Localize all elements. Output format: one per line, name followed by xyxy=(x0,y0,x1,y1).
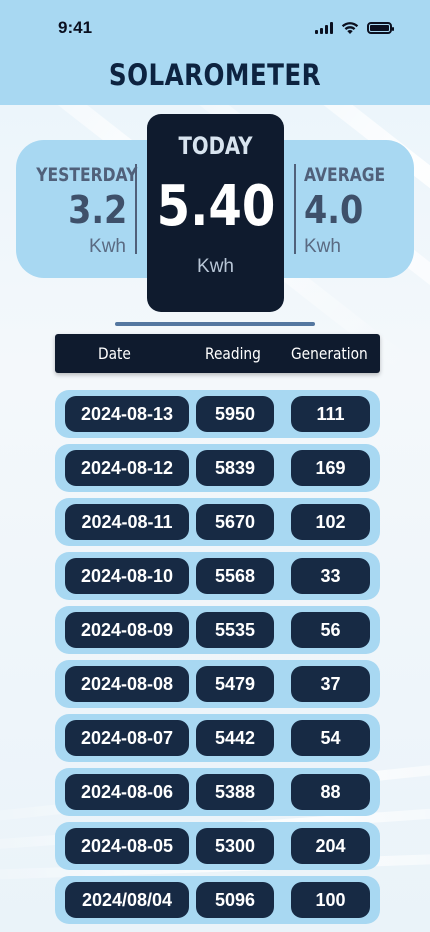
row-date: 2024-08-07 xyxy=(65,720,189,756)
row-generation: 169 xyxy=(291,450,370,486)
row-date: 2024-08-13 xyxy=(65,396,189,432)
column-header-date: Date xyxy=(98,344,131,363)
row-reading: 5388 xyxy=(196,774,274,810)
row-generation: 111 xyxy=(291,396,370,432)
row-date: 2024-08-12 xyxy=(65,450,189,486)
row-reading: 5442 xyxy=(196,720,274,756)
row-generation: 54 xyxy=(291,720,370,756)
row-generation: 56 xyxy=(291,612,370,648)
table-row[interactable]: 2024-08-07 5442 54 xyxy=(55,714,380,762)
average-label: AVERAGE xyxy=(304,164,386,186)
yesterday-unit: Kwh xyxy=(89,236,126,257)
row-date: 2024-08-11 xyxy=(65,504,189,540)
status-icons xyxy=(315,22,394,34)
row-date: 2024-08-09 xyxy=(65,612,189,648)
column-header-generation: Generation xyxy=(291,344,368,363)
today-card: TODAY 5.40 Kwh xyxy=(147,114,284,312)
cellular-signal-icon xyxy=(315,22,333,34)
row-generation: 102 xyxy=(291,504,370,540)
table-row[interactable]: 2024/08/04 5096 100 xyxy=(55,876,380,924)
status-time: 9:41 xyxy=(58,18,93,37)
table-row[interactable]: 2024-08-09 5535 56 xyxy=(55,606,380,654)
row-reading: 5096 xyxy=(196,882,274,918)
table-row[interactable]: 2024-08-05 5300 204 xyxy=(55,822,380,870)
today-value: 5.40 xyxy=(156,174,276,239)
row-generation: 100 xyxy=(291,882,370,918)
row-generation: 33 xyxy=(291,558,370,594)
row-generation: 37 xyxy=(291,666,370,702)
row-date: 2024/08/04 xyxy=(65,882,189,918)
row-reading: 5535 xyxy=(196,612,274,648)
average-value: 4.0 xyxy=(304,188,364,232)
yesterday-value: 3.2 xyxy=(67,188,127,232)
table-row[interactable]: 2024-08-12 5839 169 xyxy=(55,444,380,492)
table-row[interactable]: 2024-08-11 5670 102 xyxy=(55,498,380,546)
yesterday-label: YESTERDAY xyxy=(35,164,137,186)
table-row[interactable]: 2024-08-08 5479 37 xyxy=(55,660,380,708)
battery-icon xyxy=(367,22,394,34)
row-date: 2024-08-06 xyxy=(65,774,189,810)
row-generation: 88 xyxy=(291,774,370,810)
app-title: SOLAROMETER xyxy=(108,58,322,92)
divider-right xyxy=(294,164,296,254)
readings-list: 2024-08-13 5950 111 2024-08-12 5839 169 … xyxy=(55,390,380,930)
yesterday-stat: YESTERDAY 3.2 Kwh xyxy=(16,140,137,278)
row-reading: 5950 xyxy=(196,396,274,432)
table-row[interactable]: 2024-08-13 5950 111 xyxy=(55,390,380,438)
app-header: 9:41 SOLAROMETER xyxy=(0,0,430,105)
row-date: 2024-08-08 xyxy=(65,666,189,702)
section-divider xyxy=(115,322,315,326)
table-row[interactable]: 2024-08-10 5568 33 xyxy=(55,552,380,600)
column-header-reading: Reading xyxy=(205,344,261,363)
divider-left xyxy=(135,164,137,254)
today-unit: Kwh xyxy=(197,256,234,277)
table-header: Date Reading Generation xyxy=(55,334,380,373)
row-reading: 5670 xyxy=(196,504,274,540)
row-date: 2024-08-10 xyxy=(65,558,189,594)
average-unit: Kwh xyxy=(304,236,341,257)
wifi-icon xyxy=(341,22,359,34)
row-reading: 5300 xyxy=(196,828,274,864)
average-stat: AVERAGE 4.0 Kwh xyxy=(304,140,414,278)
today-label: TODAY xyxy=(178,132,253,160)
row-reading: 5568 xyxy=(196,558,274,594)
row-reading: 5839 xyxy=(196,450,274,486)
row-reading: 5479 xyxy=(196,666,274,702)
table-row[interactable]: 2024-08-06 5388 88 xyxy=(55,768,380,816)
row-date: 2024-08-05 xyxy=(65,828,189,864)
row-generation: 204 xyxy=(291,828,370,864)
